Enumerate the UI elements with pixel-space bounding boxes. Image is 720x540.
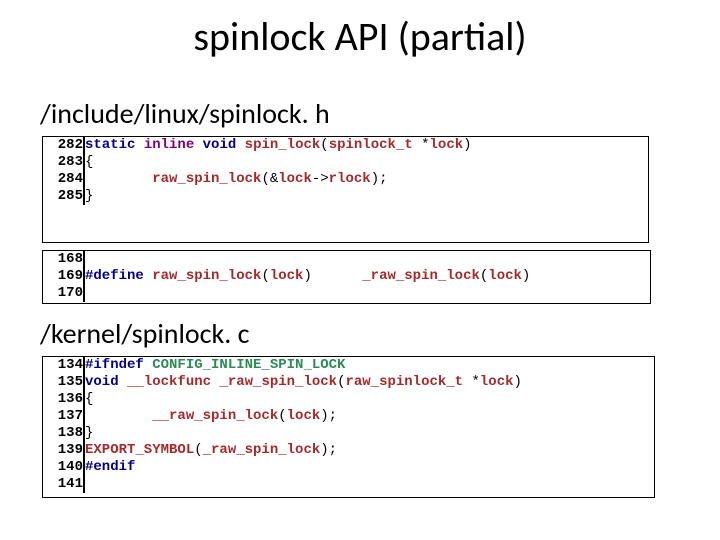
line-number: 134 [43,357,84,374]
line-number: 284 [43,171,84,188]
code-line: raw_spin_lock(&lock->rlock); [84,171,648,188]
code-row: 283 { [43,154,648,171]
code-row: 136 { [43,391,654,408]
code-row: 135 void __lockfunc _raw_spin_lock(raw_s… [43,374,654,391]
line-number: 136 [43,391,84,408]
code-table: 168 169 #define raw_spin_lock(lock) _raw… [43,251,650,302]
code-line: { [84,154,648,171]
code-line: EXPORT_SYMBOL(_raw_spin_lock); [84,442,654,459]
line-number: 168 [43,251,84,268]
code-row: 169 #define raw_spin_lock(lock) _raw_spi… [43,268,650,285]
code-row: 140 #endif [43,459,654,476]
code-row: 284 raw_spin_lock(&lock->rlock); [43,171,648,188]
code-line [84,285,650,302]
line-number: 137 [43,408,84,425]
slide-title: spinlock API (partial) [0,12,720,61]
code-line [84,476,654,493]
line-number: 169 [43,268,84,285]
code-row: 285 } [43,188,648,205]
code-row: 138 } [43,425,654,442]
line-number: 285 [43,188,84,205]
line-number: 141 [43,476,84,493]
code-line: void __lockfunc _raw_spin_lock(raw_spinl… [84,374,654,391]
line-number: 139 [43,442,84,459]
code-line [84,251,650,268]
code-table: 134 #ifndef CONFIG_INLINE_SPIN_LOCK 135 … [43,357,654,493]
line-number: 138 [43,425,84,442]
code-table: 282 static inline void spin_lock(spinloc… [43,137,648,205]
line-number: 170 [43,285,84,302]
line-number: 135 [43,374,84,391]
code-line: #define raw_spin_lock(lock) _raw_spin_lo… [84,268,650,285]
code-row: 168 [43,251,650,268]
code-row: 141 [43,476,654,493]
code-row: 137 __raw_spin_lock(lock); [43,408,654,425]
code-row: 139 EXPORT_SYMBOL(_raw_spin_lock); [43,442,654,459]
line-number: 283 [43,154,84,171]
code-row: 134 #ifndef CONFIG_INLINE_SPIN_LOCK [43,357,654,374]
code-line: #endif [84,459,654,476]
code-block-spin-lock: 282 static inline void spin_lock(spinloc… [42,136,649,243]
line-number: 140 [43,459,84,476]
code-line: #ifndef CONFIG_INLINE_SPIN_LOCK [84,357,654,374]
code-line: } [84,425,654,442]
code-block-raw-spin-lock-impl: 134 #ifndef CONFIG_INLINE_SPIN_LOCK 135 … [42,356,655,498]
code-line: static inline void spin_lock(spinlock_t … [84,137,648,154]
code-row: 170 [43,285,650,302]
code-row: 282 static inline void spin_lock(spinloc… [43,137,648,154]
code-line: { [84,391,654,408]
code-line: } [84,188,648,205]
file-path-source: /kernel/spinlock. c [40,316,249,351]
slide: spinlock API (partial) /include/linux/sp… [0,0,720,540]
code-block-raw-spin-lock-define: 168 169 #define raw_spin_lock(lock) _raw… [42,250,651,304]
code-line: __raw_spin_lock(lock); [84,408,654,425]
line-number: 282 [43,137,84,154]
file-path-header: /include/linux/spinlock. h [40,96,330,131]
